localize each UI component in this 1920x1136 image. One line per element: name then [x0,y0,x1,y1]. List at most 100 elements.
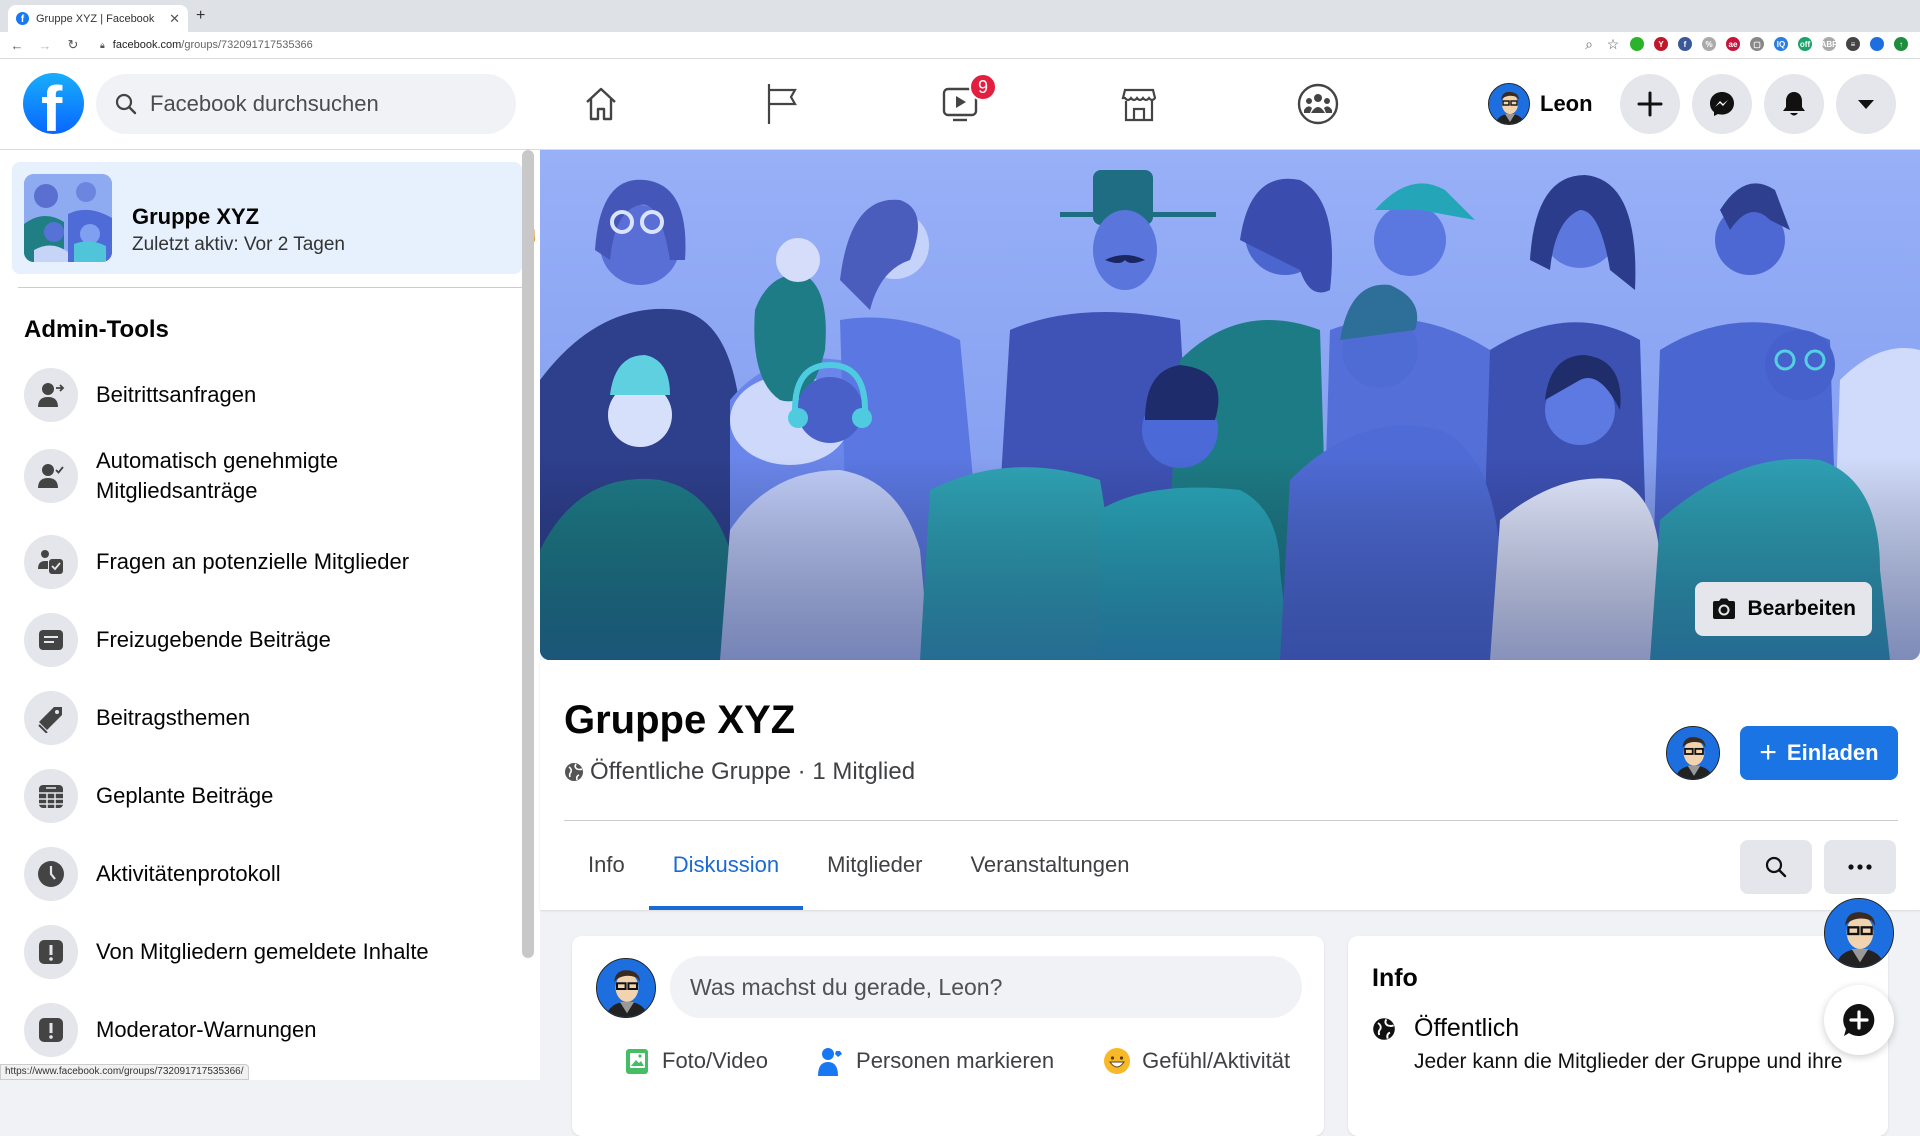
url-field[interactable]: 🔒︎ facebook.com/groups/732091717535366 [100,39,313,51]
action-label: Foto/Video [662,1048,769,1073]
member-avatar[interactable] [1666,726,1720,780]
ext-iq-icon[interactable]: IQ [1774,37,1788,51]
invite-button[interactable]: + Einladen [1740,726,1898,780]
ext-yab-icon[interactable]: Y [1654,37,1668,51]
group-tabs: Info Diskussion Mitglieder Veranstaltung… [564,836,1153,910]
ext-abp-icon[interactable]: ABP [1821,37,1837,51]
nav-home[interactable] [578,81,624,127]
tab-info[interactable]: Info [564,836,649,894]
sidebar-item-label: Moderator-Warnungen [96,1017,317,1042]
forward-icon[interactable]: → [34,38,56,53]
messenger-button[interactable] [1692,74,1752,134]
search-icon [1765,856,1787,878]
sidebar-item-post-topics[interactable]: Beitragsthemen [24,691,514,745]
back-icon[interactable]: ← [6,38,28,53]
feeling-activity-button[interactable]: Gefühl/Aktivität [1102,1046,1290,1076]
facebook-logo-icon[interactable]: f [23,73,84,134]
more-options-button[interactable] [1824,840,1896,894]
browser-tab-bar: f Gruppe XYZ | Facebook ✕ + [0,0,1920,32]
create-button[interactable] [1620,74,1680,134]
sidebar-divider [18,287,522,288]
globe-icon [1373,1017,1395,1040]
ext-screen-icon[interactable]: ▢ [1750,37,1764,51]
facebook-favicon-icon: f [16,12,29,25]
feeling-icon [1104,1048,1131,1074]
close-tab-icon[interactable]: ✕ [169,11,180,27]
moderator-alerts-icon [24,1003,78,1057]
action-label: Personen markieren [856,1048,1055,1073]
nav-pages[interactable] [758,81,804,127]
bell-icon [1783,92,1805,116]
search-icon [115,93,137,115]
sidebar-item-label: Beitrittsanfragen [96,382,257,407]
media-control-icon[interactable]: ≡ [1846,37,1860,51]
sidebar-item-auto-approve[interactable]: Automatisch genehmigte Mitgliedsanträge [24,446,514,506]
ext-update-icon[interactable]: ↑ [1894,37,1908,51]
group-privacy: Öffentliche Gruppe [590,758,792,785]
sidebar-item-membership-questions[interactable]: Fragen an potenzielle Mitglieder [24,535,514,589]
floating-chat-avatar[interactable] [1824,898,1894,968]
ext-green-icon[interactable] [1630,37,1644,51]
group-card[interactable]: Gruppe XYZ Zuletzt aktiv: Vor 2 Tagen ☝ [12,162,539,274]
info-privacy-desc: Jeder kann die Mitglieder der Gruppe und… [1414,1050,1843,1073]
cover-photo: Bearbeiten [540,150,1920,660]
sidebar-item-scheduled-posts[interactable]: Geplante Beiträge [24,769,514,823]
ext-off-icon[interactable]: off [1798,37,1812,51]
link-status-bar: https://www.facebook.com/groups/73209171… [0,1064,249,1080]
group-header-panel: Gruppe XYZ Öffentliche Gruppe · 1 Mitgli… [540,660,1920,910]
notifications-button[interactable] [1764,74,1824,134]
sidebar-item-label: Fragen an potenzielle Mitglieder [96,549,410,574]
tab-members[interactable]: Mitglieder [803,836,946,894]
membership-questions-icon [24,535,78,589]
profile-shortcut[interactable]: Leon [1488,83,1593,125]
sidebar-item-pending-posts[interactable]: Freizugebende Beiträge [24,613,514,667]
flag-icon [767,84,797,124]
new-message-icon [1843,1004,1875,1036]
nav-marketplace[interactable] [1116,81,1162,127]
auto-approve-icon [24,449,78,503]
info-card: Info Öffentlich Jeder kann die Mitgliede… [1348,936,1888,1136]
globe-icon [565,763,583,781]
tab-discussion[interactable]: Diskussion [648,836,804,910]
sidebar-item-member-requests[interactable]: Beitrittsanfragen [24,368,514,422]
sidebar-item-member-reported[interactable]: Von Mitgliedern gemeldete Inhalte [24,925,514,979]
search-box[interactable] [96,74,516,134]
marketplace-icon [1121,88,1157,122]
facebook-header: f 9 Leon [0,59,1920,149]
member-request-icon [24,368,78,422]
group-search-button[interactable] [1740,840,1812,894]
activity-log-icon [24,847,78,901]
reload-icon[interactable]: ↻ [62,37,84,53]
group-member-count[interactable]: 1 Mitglied [812,758,915,786]
new-message-button[interactable] [1824,985,1894,1055]
browser-tab[interactable]: f Gruppe XYZ | Facebook ✕ [8,5,188,32]
ext-ae-icon[interactable]: ae [1726,37,1740,51]
ext-gray-icon[interactable]: % [1702,37,1716,51]
sidebar-scrollbar[interactable] [522,150,534,958]
ext-facebook-icon[interactable]: f [1678,37,1692,51]
plus-icon: + [1759,736,1777,769]
zoom-icon[interactable]: ⌕ [1582,36,1596,52]
browser-profile-icon[interactable] [1870,37,1884,51]
new-tab-button[interactable]: + [196,7,205,25]
edit-cover-label: Bearbeiten [1747,597,1856,620]
search-input[interactable] [150,91,490,117]
sidebar-item-moderator-alerts[interactable]: Moderator-Warnungen [24,1003,514,1057]
photo-icon [626,1049,648,1074]
bookmark-star-icon[interactable]: ☆ [1606,36,1620,52]
composer-avatar[interactable] [596,958,656,1018]
tag-people-button[interactable]: Personen markieren [816,1046,1054,1076]
photo-video-button[interactable]: Foto/Video [622,1046,768,1076]
composer-input[interactable] [670,956,1302,1018]
address-bar: ← → ↻ 🔒︎ facebook.com/groups/73209171753… [0,32,1920,59]
sidebar-item-label: Von Mitgliedern gemeldete Inhalte [96,939,429,964]
admin-sidebar: Gruppe XYZ Zuletzt aktiv: Vor 2 Tagen ☝ … [0,150,540,1080]
account-menu-button[interactable] [1836,74,1896,134]
nav-watch[interactable]: 9 [937,73,997,127]
nav-groups[interactable] [1295,81,1341,127]
tab-events[interactable]: Veranstaltungen [946,836,1153,894]
edit-cover-button[interactable]: Bearbeiten [1695,582,1872,636]
group-main: Bearbeiten Gruppe XYZ Öffentliche Gruppe… [540,150,1920,1136]
sidebar-item-activity-log[interactable]: Aktivitätenprotokoll [24,847,514,901]
url-path: /groups/732091717535366 [181,39,313,51]
